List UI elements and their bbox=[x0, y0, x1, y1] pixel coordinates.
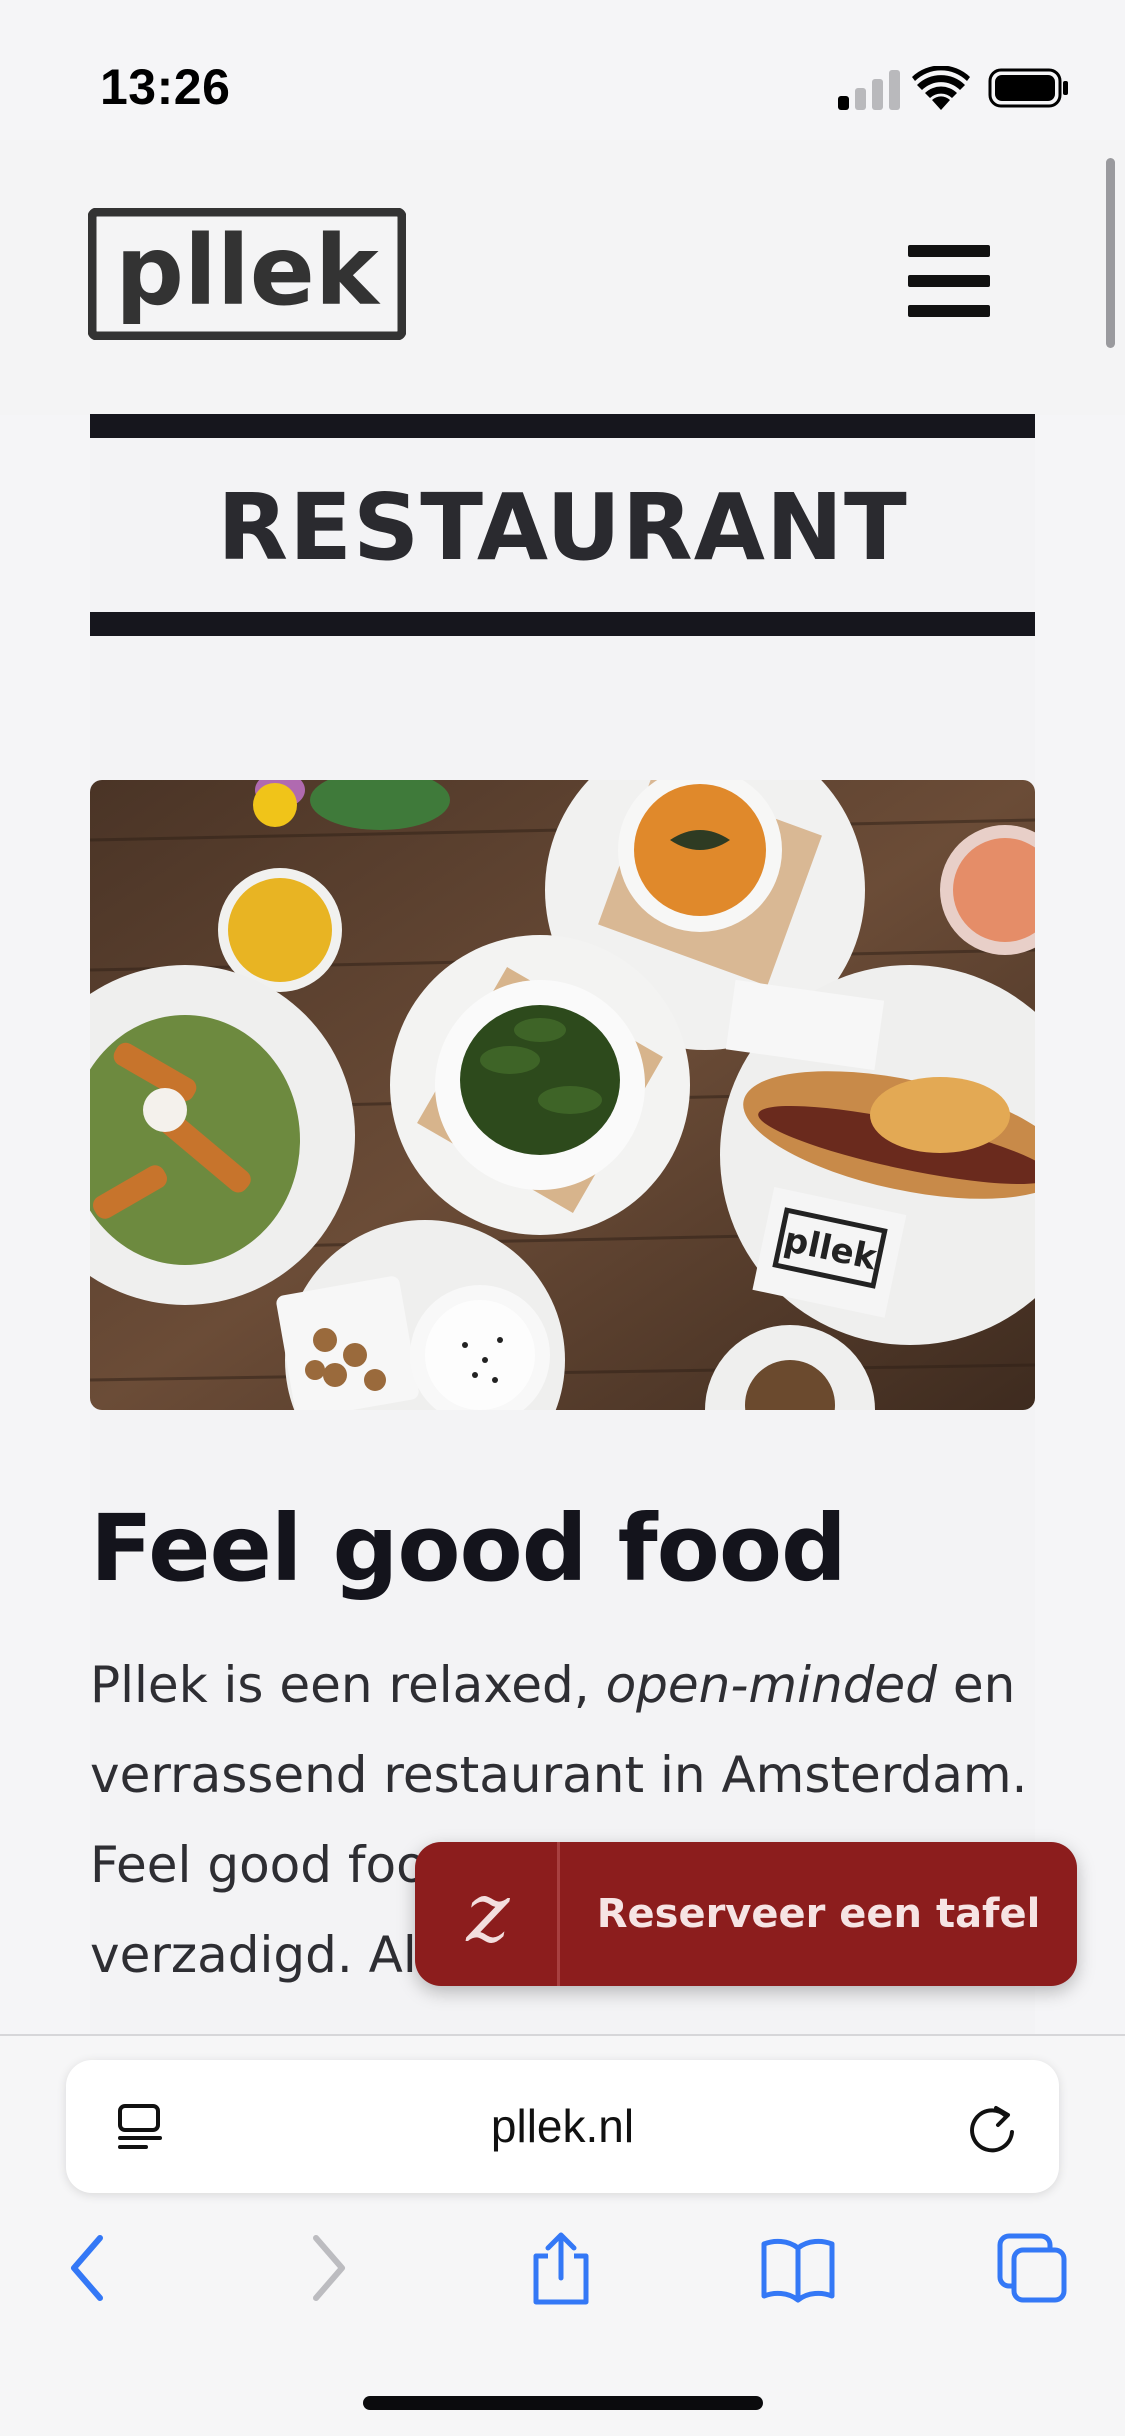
reserve-label: Reserveer een tafel bbox=[596, 1891, 1041, 1937]
tabs-icon[interactable] bbox=[996, 2230, 1070, 2306]
address-bar[interactable]: pllek.nl bbox=[66, 2060, 1059, 2193]
zenchef-z-icon: z bbox=[466, 1866, 510, 1961]
url-text: pllek.nl bbox=[490, 2100, 635, 2152]
cellular-signal-icon bbox=[838, 70, 900, 110]
scrollbar[interactable] bbox=[1106, 158, 1115, 348]
section-title: RESTAURANT bbox=[217, 474, 908, 581]
hamburger-menu-icon[interactable] bbox=[908, 245, 990, 317]
food-photo: pllek bbox=[90, 780, 1035, 1410]
section-title-band: RESTAURANT bbox=[90, 414, 1035, 636]
reload-icon[interactable] bbox=[966, 2100, 1018, 2154]
bookmarks-icon[interactable] bbox=[760, 2230, 836, 2306]
share-icon[interactable] bbox=[528, 2230, 594, 2306]
article-heading: Feel good food bbox=[90, 1495, 847, 1602]
reserve-table-button[interactable]: z Reserveer een tafel bbox=[415, 1842, 1077, 1986]
battery-icon bbox=[988, 68, 1068, 108]
paragraph-text-1: Pllek is een relaxed, bbox=[90, 1656, 606, 1714]
back-icon[interactable] bbox=[64, 2230, 110, 2306]
wifi-icon bbox=[912, 66, 970, 110]
pllek-logo[interactable]: pllek bbox=[88, 208, 406, 340]
logo-text: pllek bbox=[115, 215, 381, 327]
home-indicator[interactable] bbox=[363, 2396, 763, 2410]
status-bar: 13:26 bbox=[0, 0, 1125, 140]
status-time: 13:26 bbox=[100, 59, 231, 115]
forward-icon[interactable] bbox=[306, 2230, 352, 2306]
paragraph-italic: open-minded bbox=[605, 1656, 937, 1714]
